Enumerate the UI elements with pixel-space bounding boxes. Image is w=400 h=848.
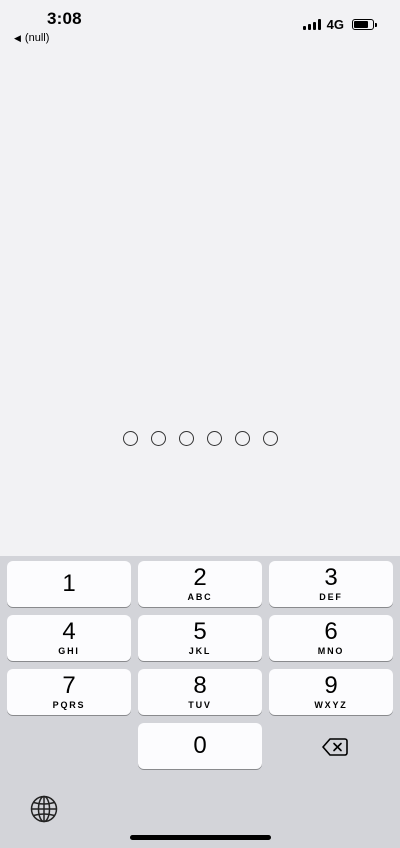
back-to-app-link[interactable]: ◀ (null) xyxy=(14,32,49,44)
cellular-signal-icon xyxy=(302,19,321,30)
key-digit: 6 xyxy=(324,618,338,645)
status-bar: 3:08 ◀ (null) 4G xyxy=(0,0,400,50)
key-letters: PQRS xyxy=(52,700,86,710)
key-digit: 8 xyxy=(193,672,207,699)
passcode-dot xyxy=(262,431,278,446)
passcode-dot xyxy=(234,431,250,446)
passcode-dot xyxy=(150,431,166,446)
key-letters: MNO xyxy=(317,646,345,656)
key-letters: ABC xyxy=(187,592,213,602)
delete-button[interactable] xyxy=(318,736,352,758)
key-0[interactable]: 0 xyxy=(138,723,262,769)
key-digit: 2 xyxy=(193,564,207,591)
globe-icon xyxy=(30,795,58,823)
back-app-label: (null) xyxy=(24,32,50,44)
key-digit: 0 xyxy=(193,732,207,759)
key-2[interactable]: 2 ABC xyxy=(138,561,262,607)
passcode-dot xyxy=(178,431,194,446)
key-7[interactable]: 7 PQRS xyxy=(7,669,131,715)
key-letters: WXYZ xyxy=(314,700,348,710)
key-digit: 7 xyxy=(62,672,76,699)
battery-icon xyxy=(352,19,377,30)
status-time: 3:08 xyxy=(47,9,82,28)
key-letters: DEF xyxy=(319,592,343,602)
key-digit: 1 xyxy=(62,570,76,597)
globe-keyboard-switch-button[interactable] xyxy=(29,794,59,824)
key-1[interactable]: 1 xyxy=(7,561,131,607)
battery-level-fill xyxy=(354,21,369,28)
key-digit: 3 xyxy=(324,564,338,591)
key-letters: JKL xyxy=(188,646,212,656)
key-3[interactable]: 3 DEF xyxy=(269,561,393,607)
key-letters: GHI xyxy=(58,646,80,656)
status-indicators: 4G xyxy=(302,17,377,32)
key-digit: 9 xyxy=(324,672,338,699)
network-type: 4G xyxy=(326,17,344,32)
key-8[interactable]: 8 TUV xyxy=(138,669,262,715)
home-indicator[interactable] xyxy=(130,835,271,840)
numeric-keypad: 1 2 ABC 3 DEF 4 GHI 5 JKL 6 MNO 7 PQRS 8… xyxy=(0,556,400,848)
delete-backspace-icon xyxy=(322,738,348,756)
key-digit: 4 xyxy=(62,618,76,645)
passcode-dot xyxy=(206,431,222,446)
passcode-dots xyxy=(0,431,400,446)
key-4[interactable]: 4 GHI xyxy=(7,615,131,661)
key-9[interactable]: 9 WXYZ xyxy=(269,669,393,715)
key-6[interactable]: 6 MNO xyxy=(269,615,393,661)
back-arrow-icon: ◀ xyxy=(14,32,21,43)
key-5[interactable]: 5 JKL xyxy=(138,615,262,661)
key-letters: TUV xyxy=(188,700,212,710)
key-digit: 5 xyxy=(193,618,207,645)
passcode-dot xyxy=(122,431,138,446)
